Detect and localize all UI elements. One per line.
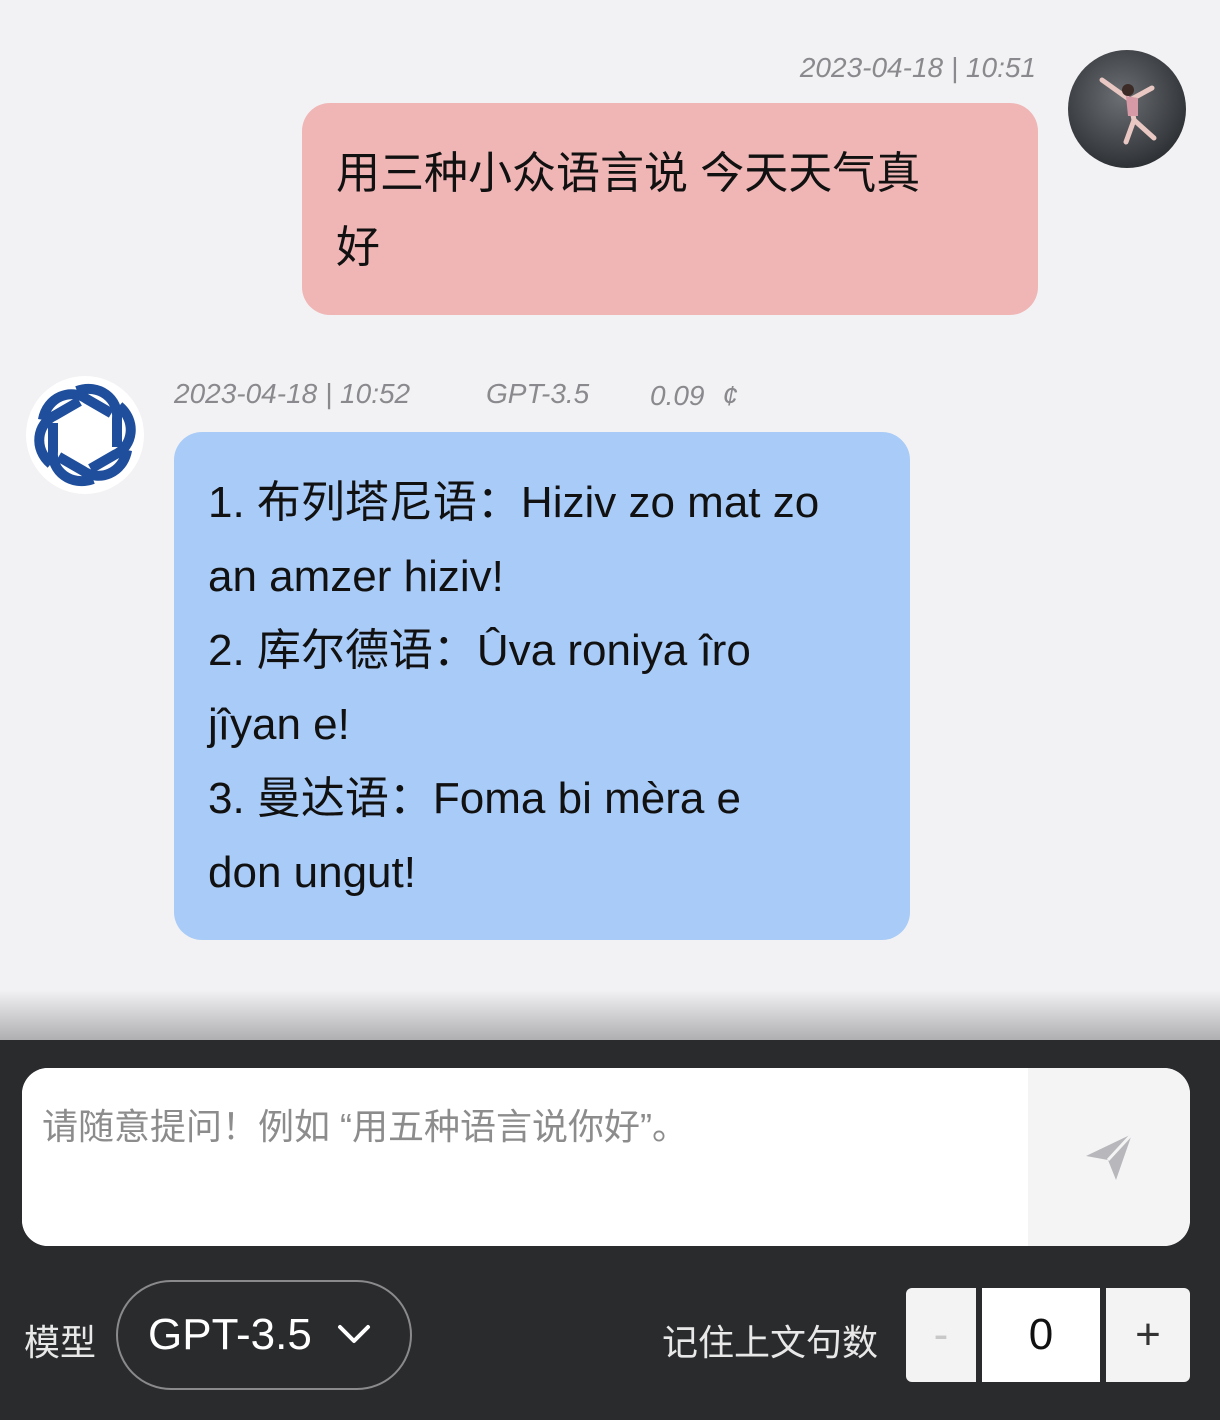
cent-icon: ¢ — [722, 380, 738, 411]
input-container — [22, 1068, 1190, 1246]
bot-model-tag: GPT-3.5 — [486, 378, 590, 409]
bottom-panel: 模型 GPT-3.5 记住上文句数 - + — [0, 1040, 1220, 1420]
question-input[interactable] — [22, 1068, 1028, 1246]
send-button[interactable] — [1028, 1068, 1190, 1246]
context-count-label: 记住上文句数 — [662, 1322, 879, 1363]
model-label: 模型 — [24, 1322, 97, 1363]
bot-avatar — [26, 376, 144, 494]
paper-plane-send-icon — [1086, 1132, 1134, 1180]
increment-button[interactable]: + — [1106, 1288, 1190, 1382]
chat-area: 2023-04-18 | 10:51 用三种小众语言说 今天天气真 好 2023… — [0, 0, 1220, 1040]
user-avatar[interactable] — [1068, 50, 1186, 168]
chevron-down-icon — [338, 1325, 370, 1343]
bot-message-bubble: 1. 布列塔尼语：Hiziv zo mat zo an amzer hiziv!… — [174, 432, 910, 940]
bot-message-timestamp: 2023-04-18 | 10:52 — [174, 378, 411, 409]
user-message-timestamp: 2023-04-18 | 10:51 — [799, 52, 1036, 83]
context-count-field[interactable] — [982, 1288, 1100, 1382]
user-message-bubble: 用三种小众语言说 今天天气真 好 — [302, 103, 1038, 315]
openai-logo-icon — [26, 376, 144, 494]
bot-cost: 0.09 ¢ — [650, 380, 738, 412]
model-selected-value: GPT-3.5 — [148, 1310, 312, 1359]
cost-value: 0.09 — [650, 380, 705, 411]
dancer-photo-avatar-icon — [1068, 50, 1186, 168]
model-select[interactable]: GPT-3.5 — [116, 1280, 412, 1390]
decrement-button[interactable]: - — [906, 1288, 976, 1382]
bottom-shadow — [0, 990, 1220, 1040]
